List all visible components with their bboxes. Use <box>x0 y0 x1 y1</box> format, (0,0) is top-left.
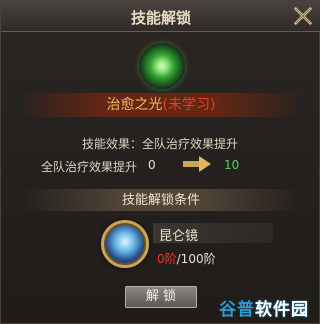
dialog-titlebar: 技能解锁 <box>1 1 320 32</box>
watermark-part1: 谷普 <box>219 300 255 320</box>
stat-current-value: 0 <box>148 158 156 172</box>
conditions-header: 技能解锁条件 <box>21 189 301 211</box>
item-name: 昆仑镜 <box>159 229 199 244</box>
watermark-logo: 谷普软件园 <box>219 295 309 320</box>
conditions-header-label: 技能解锁条件 <box>121 193 200 208</box>
stat-label: 全队治疗效果提升 <box>41 160 138 174</box>
close-button[interactable] <box>291 4 315 28</box>
close-icon <box>294 7 312 25</box>
item-count-total: /100阶 <box>176 252 216 266</box>
arrow-right-icon <box>183 156 211 172</box>
item-count-current: 0阶 <box>157 252 177 266</box>
skill-icon <box>139 43 185 89</box>
skill-name: 治愈之光 <box>106 97 163 113</box>
stat-next-value: 10 <box>224 158 240 172</box>
mirror-item-icon[interactable] <box>101 220 149 268</box>
stat-row: 全队治疗效果提升 0 10 <box>1 156 320 174</box>
item-progress: 0阶/100阶 <box>157 250 216 267</box>
skill-unlock-dialog: 技能解锁 治愈之光(未学习) 技能效果：全队治疗效果提升 全队治疗效果提升 0 … <box>0 0 320 324</box>
dialog-title: 技能解锁 <box>130 9 191 27</box>
unlock-button[interactable]: 解 锁 <box>125 286 197 308</box>
skill-effect: 技能效果：全队治疗效果提升 <box>81 137 238 151</box>
skill-name-banner: 治愈之光(未学习) <box>19 93 303 117</box>
item-name-bar: 昆仑镜 <box>153 223 273 244</box>
skill-status: (未学习) <box>162 97 216 113</box>
watermark-part2: 软件园 <box>255 300 309 320</box>
